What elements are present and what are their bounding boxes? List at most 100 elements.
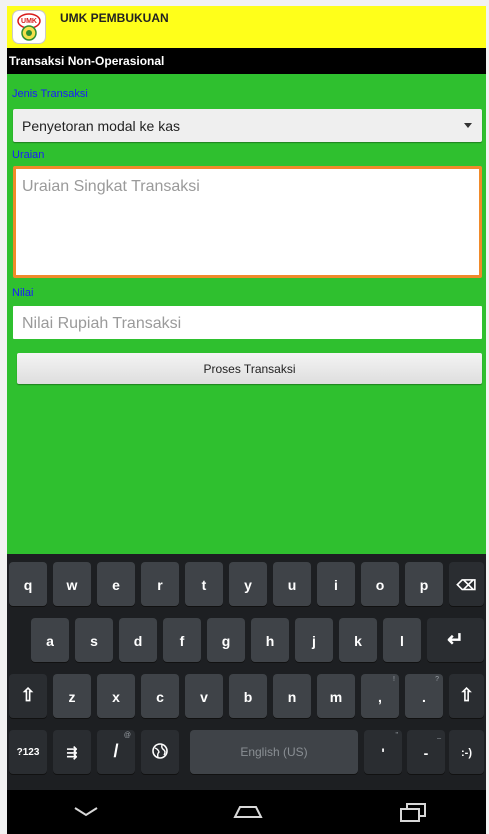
key-backspace[interactable]: ⌫ [449,562,484,606]
space-language-label: English (US) [240,745,308,759]
key-label: i [334,577,338,593]
shift-icon: ⇧ [20,685,36,705]
key-smiley[interactable]: :-) [449,730,484,774]
key-period[interactable]: ?. [405,674,443,718]
screen-title: Transaksi Non-Operasional [9,54,165,68]
key-d[interactable]: d [119,618,157,662]
key-r[interactable]: r [141,562,179,606]
key-n[interactable]: n [273,674,311,718]
key-label: ?123 [16,747,40,758]
soft-keyboard: q w e r t y u i o p ⌫ a s d f g h j k l … [7,554,486,790]
uraian-textarea[interactable]: Uraian Singkat Transaksi [13,166,482,278]
key-c[interactable]: c [141,674,179,718]
key-l[interactable]: l [383,618,421,662]
key-label: / [113,741,119,761]
navigation-bar [7,790,486,834]
app-title: UMK PEMBUKUAN [60,11,169,25]
key-label: b [243,689,253,705]
app-logo: UMK [13,11,45,43]
key-label: r [157,577,163,593]
app-logo-text: UMK [21,18,37,25]
backspace-icon: ⌫ [456,577,477,593]
key-hint: ? [435,676,439,683]
enter-icon: ↵ [447,629,464,651]
key-q[interactable]: q [9,562,47,606]
jenis-transaksi-dropdown[interactable]: Penyetoran modal ke kas [13,109,482,142]
key-s[interactable]: s [75,618,113,662]
key-w[interactable]: w [53,562,91,606]
key-t[interactable]: t [185,562,223,606]
key-o[interactable]: o [361,562,399,606]
key-f[interactable]: f [163,618,201,662]
key-language[interactable] [141,730,179,774]
key-label: l [400,633,404,649]
key-hint: @ [123,732,131,739]
globe-icon [152,743,168,759]
key-enter[interactable]: ↵ [427,618,484,662]
key-e[interactable]: e [97,562,135,606]
nilai-placeholder: Nilai Rupiah Transaksi [22,315,182,332]
key-i[interactable]: i [317,562,355,606]
screen-header: Transaksi Non-Operasional [7,48,486,74]
shift-icon: ⇧ [458,685,475,705]
key-hint: " [395,732,399,739]
uraian-label: Uraian [12,149,45,161]
key-label: t [201,577,207,593]
key-label: x [112,689,120,705]
key-label: p [419,577,429,593]
settings-icon: ⇶ [66,745,78,760]
nilai-input[interactable]: Nilai Rupiah Transaksi [13,306,482,339]
key-label: w [66,577,78,593]
key-y[interactable]: y [229,562,267,606]
key-hint: _ [437,732,441,739]
key-label: e [112,577,120,593]
key-m[interactable]: m [317,674,355,718]
key-a[interactable]: a [31,618,69,662]
key-symbols[interactable]: ?123 [9,730,47,774]
proses-transaksi-label: Proses Transaksi [203,362,296,376]
key-label: o [375,577,385,593]
app-screen: UMK UMK PEMBUKUAN Transaksi Non-Operasio… [7,6,486,834]
key-dash[interactable]: _ - [407,730,445,774]
key-comma[interactable]: !, [361,674,399,718]
key-label: q [23,577,33,593]
key-p[interactable]: p [405,562,443,606]
key-u[interactable]: u [273,562,311,606]
key-v[interactable]: v [185,674,223,718]
key-label: ' [381,745,385,761]
recent-apps-icon[interactable] [399,802,427,822]
nilai-label: Nilai [12,287,34,299]
key-hint: ! [393,676,395,683]
title-bar: UMK UMK PEMBUKUAN [7,6,486,48]
key-label: g [221,633,231,649]
key-j[interactable]: j [295,618,333,662]
key-label: d [133,633,143,649]
key-z[interactable]: z [53,674,91,718]
key-label: - [423,745,429,761]
key-settings[interactable]: ⇶ [53,730,91,774]
key-apostrophe[interactable]: " ' [364,730,402,774]
key-label: a [46,633,54,649]
key-k[interactable]: k [339,618,377,662]
key-space[interactable]: English (US) [190,730,358,774]
home-icon[interactable] [231,804,265,820]
key-g[interactable]: g [207,618,245,662]
key-label: h [265,633,275,649]
key-shift-right[interactable]: ⇧ [449,674,484,718]
back-chevron-down-icon[interactable] [73,806,99,818]
key-h[interactable]: h [251,618,289,662]
key-x[interactable]: x [97,674,135,718]
key-label: c [156,689,164,705]
proses-transaksi-button[interactable]: Proses Transaksi [17,353,482,384]
key-label: y [244,577,252,593]
key-label: j [312,633,316,649]
key-label: f [179,633,185,649]
key-label: k [354,633,362,649]
dropdown-selected-value: Penyetoran modal ke kas [22,118,180,134]
key-label: , [378,689,382,705]
key-slash[interactable]: @ / [97,730,135,774]
key-label: v [200,689,208,705]
key-shift-left[interactable]: ⇧ [9,674,47,718]
key-label: . [422,689,426,705]
key-b[interactable]: b [229,674,267,718]
